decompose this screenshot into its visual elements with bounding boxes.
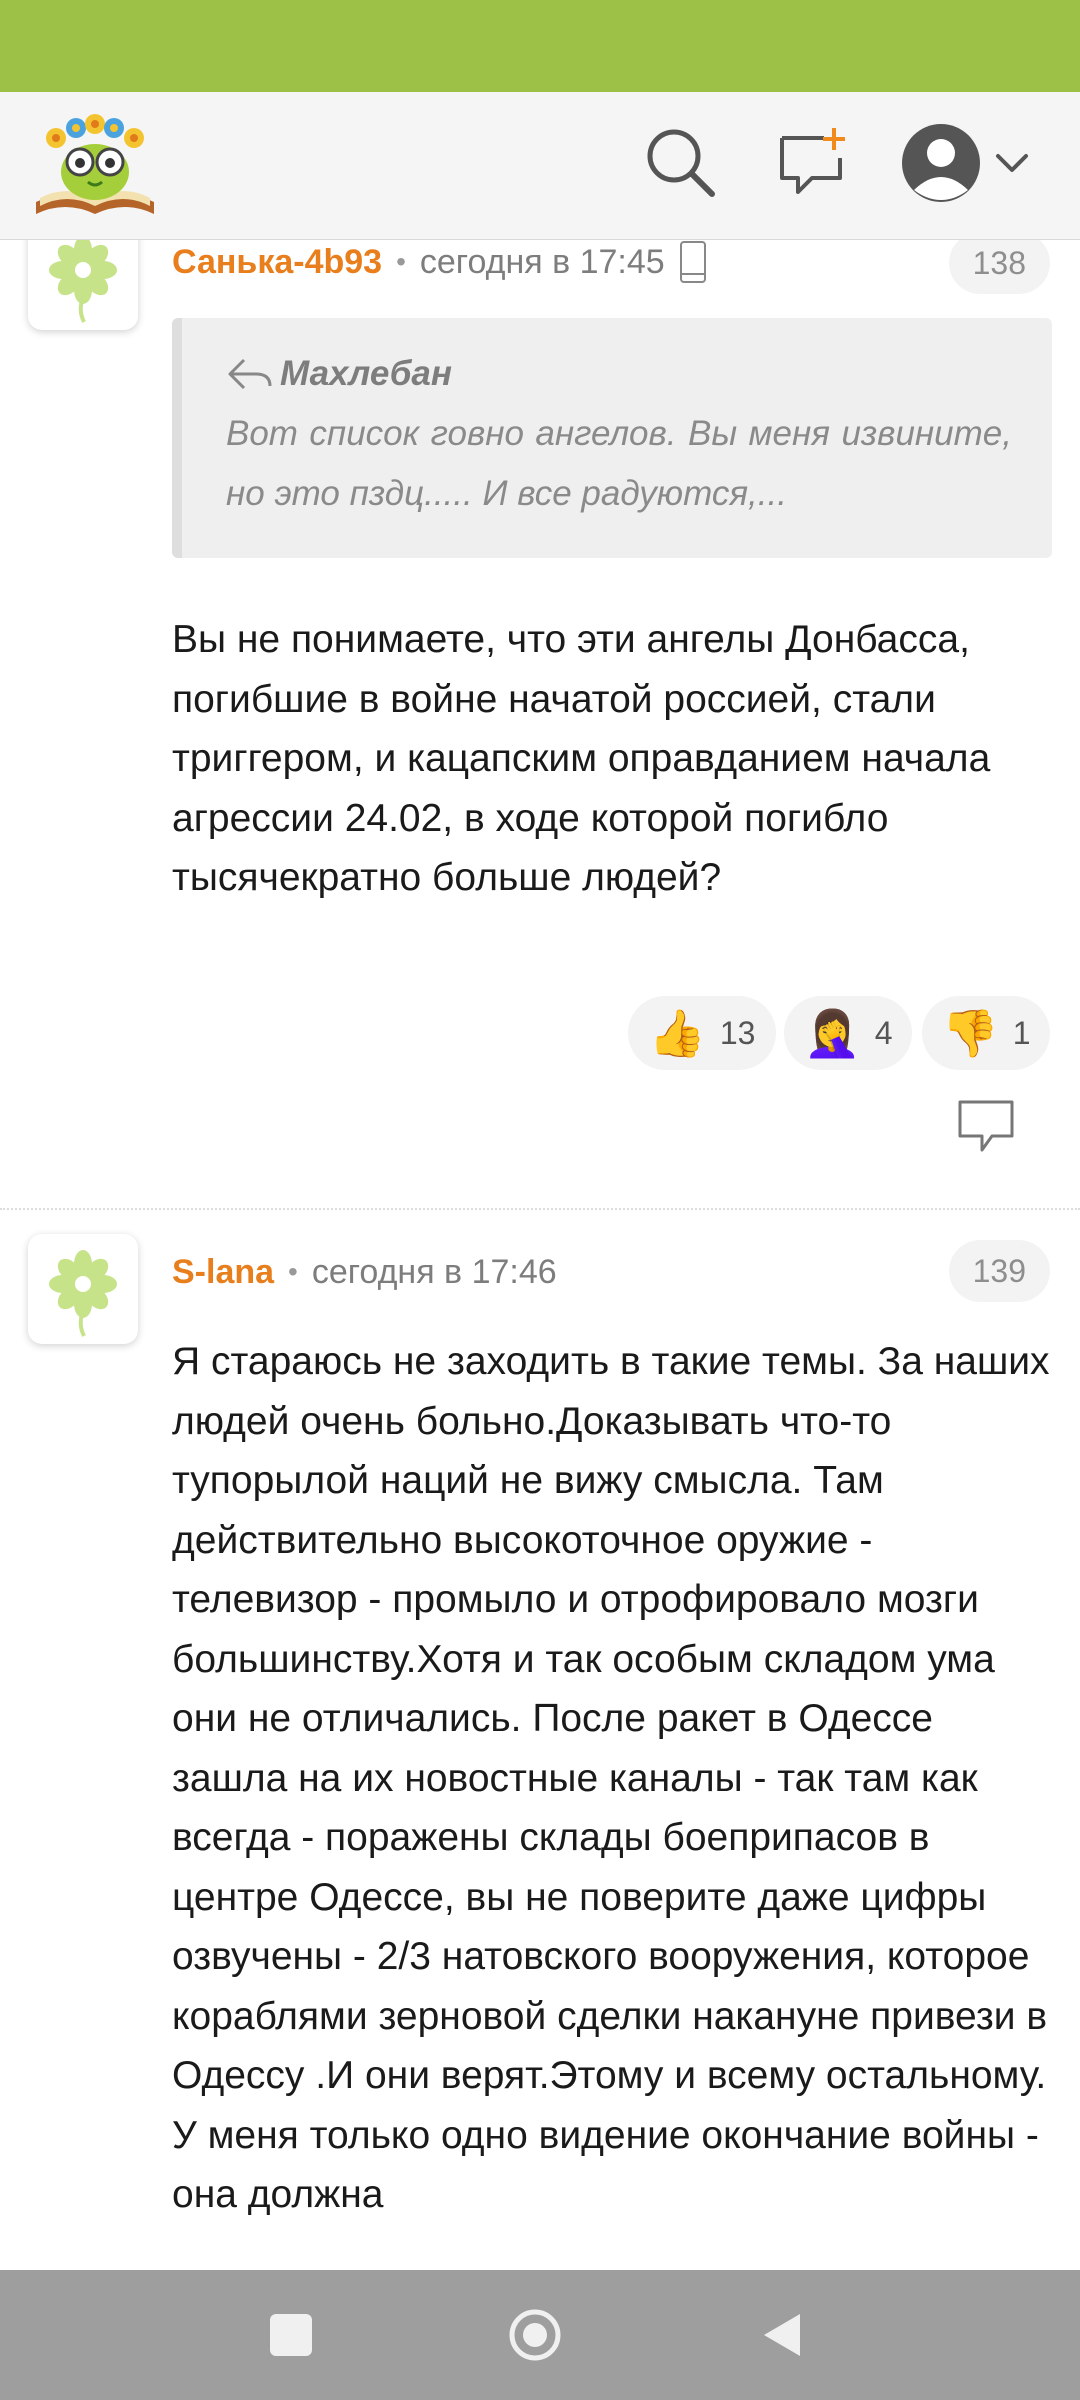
flower-book-owl-logo	[36, 114, 154, 214]
comment-author[interactable]: S-lana	[172, 1253, 274, 1292]
search-icon[interactable]	[640, 122, 720, 202]
comment-text: Вы не понимаете, что эти ангелы Донбасса…	[172, 618, 991, 899]
comment-time[interactable]: сегодня в 17:45	[420, 243, 665, 282]
quote-author: Махлебан	[280, 354, 452, 393]
comment-meta: Санька-4b93 • сегодня в 17:45	[172, 240, 707, 284]
separator-dot: •	[288, 1256, 298, 1287]
comment-author[interactable]: Санька-4b93	[172, 243, 382, 282]
app-header	[0, 92, 1080, 240]
mobile-phone-icon	[679, 241, 706, 283]
android-nav-bar	[0, 2270, 1080, 2400]
reply-comment-icon[interactable]	[956, 1098, 1016, 1154]
circle-home-icon[interactable]	[508, 2308, 562, 2362]
new-message-icon[interactable]	[772, 122, 852, 202]
chevron-down-icon[interactable]	[992, 144, 1032, 184]
reply-arrow-icon	[228, 358, 272, 390]
flower-avatar-icon	[49, 240, 117, 323]
comment-number[interactable]: 138	[948, 240, 1050, 294]
thumbs-up-icon: 👍	[648, 1006, 706, 1059]
avatar[interactable]	[28, 1234, 138, 1344]
comment-text: Я стараюсь не заходить в такие темы. За …	[172, 1340, 1050, 2216]
reaction-count: 1	[1012, 1014, 1031, 1051]
reaction-count: 4	[874, 1014, 893, 1051]
comments-feed[interactable]: Санька-4b93 • сегодня в 17:45 138 Махлеб…	[0, 240, 1080, 2270]
site-logo[interactable]	[32, 110, 158, 222]
triangle-back-icon[interactable]	[758, 2310, 804, 2360]
quote-header: Махлебан	[226, 354, 1012, 394]
profile-avatar-icon[interactable]	[900, 122, 982, 204]
comment-divider	[0, 1208, 1080, 1210]
facepalm-icon: 🤦‍♀️	[803, 1006, 861, 1059]
flower-avatar-icon	[49, 1250, 117, 1337]
reaction-thumbs-up[interactable]: 👍 13	[628, 996, 776, 1070]
separator-dot: •	[396, 246, 406, 277]
thumbs-down-icon: 👎	[941, 1006, 999, 1059]
reaction-facepalm[interactable]: 🤦‍♀️ 4	[784, 996, 912, 1070]
reaction-count: 13	[719, 1014, 756, 1051]
status-bar	[0, 0, 1080, 92]
comment-time[interactable]: сегодня в 17:46	[312, 1253, 557, 1292]
square-recents-icon[interactable]	[270, 2314, 312, 2356]
reaction-thumbs-down[interactable]: 👎 1	[922, 996, 1050, 1070]
comment-number[interactable]: 139	[948, 1240, 1050, 1302]
avatar[interactable]	[28, 240, 138, 330]
quote-text: Вот список говно ангелов. Вы меня извини…	[226, 414, 1012, 513]
quote-block[interactable]: Махлебан Вот список говно ангелов. Вы ме…	[172, 318, 1052, 558]
comment-meta: S-lana • сегодня в 17:46	[172, 1250, 557, 1294]
